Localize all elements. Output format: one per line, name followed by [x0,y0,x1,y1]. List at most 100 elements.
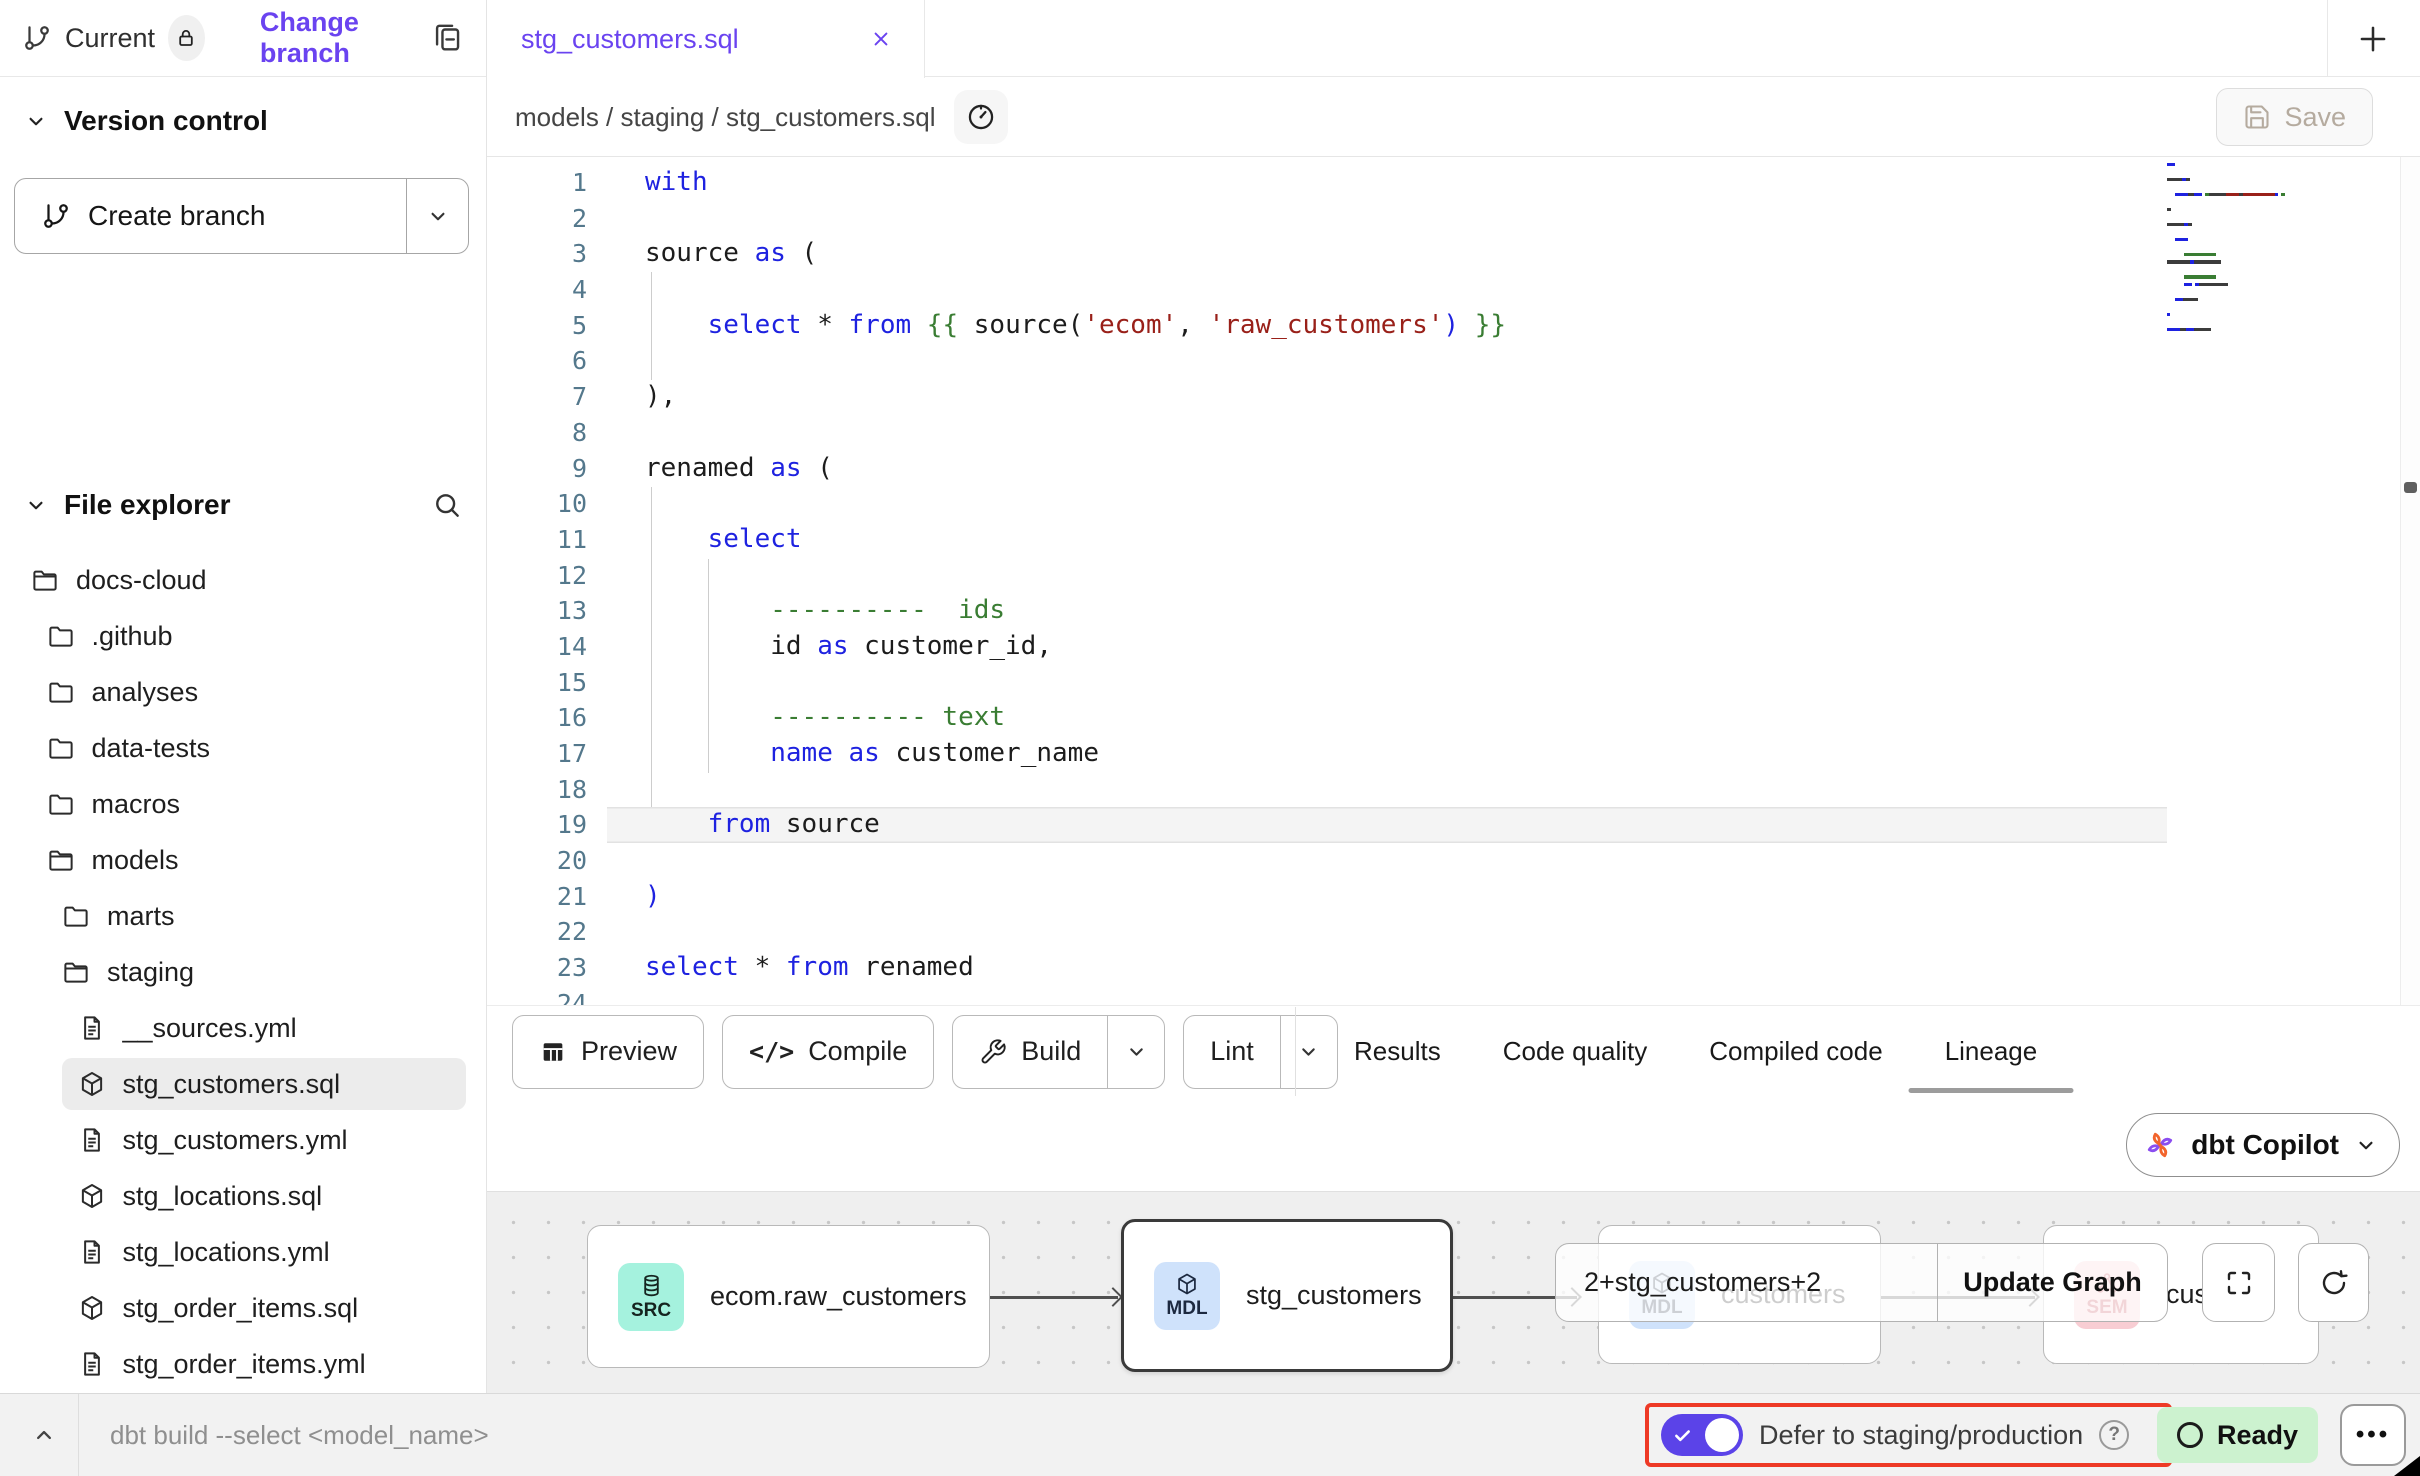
tree-item--sources-yml[interactable]: __sources.yml [0,1000,486,1056]
new-tab-button[interactable] [2345,12,2401,66]
preview-label: Preview [581,1036,677,1067]
tree-item-label: stg_locations.yml [123,1237,330,1268]
tree-item-stg-locations-sql[interactable]: stg_locations.sql [0,1168,486,1224]
git-branch-icon [41,201,71,231]
current-branch-label: Current [65,23,155,54]
tree-item-analyses[interactable]: analyses [0,664,486,720]
build-label: Build [1021,1036,1081,1067]
code-line-13[interactable]: 13 ---------- ids [487,593,2420,629]
code-line-2[interactable]: 2 [487,201,2420,237]
code-line-1[interactable]: 1with [487,165,2420,201]
code-line-19[interactable]: 19 from source [487,807,2420,843]
code-line-21[interactable]: 21) [487,879,2420,915]
result-tabs: Results Code quality Compiled code Lineage [1352,1007,2039,1096]
save-button[interactable]: Save [2216,88,2373,146]
code-line-15[interactable]: 15 [487,665,2420,701]
line-number: 10 [487,486,607,522]
tree-item--github[interactable]: .github [0,608,486,664]
folder-icon [46,621,76,651]
version-control-header[interactable]: Version control [0,98,486,144]
save-label: Save [2284,102,2346,133]
compile-button[interactable]: </> Compile [722,1015,934,1089]
tab-compiled-code[interactable]: Compiled code [1707,1007,1884,1096]
folder-icon [30,565,60,595]
tree-item-macros[interactable]: macros [0,776,486,832]
scrollbar-thumb[interactable] [2404,482,2417,493]
command-input[interactable]: dbt build --select <model_name> [110,1394,489,1476]
lineage-node-source[interactable]: SRC ecom.raw_customers [587,1225,990,1368]
tree-item-docs-cloud[interactable]: docs-cloud [0,552,486,608]
dbt-copilot-button[interactable]: dbt Copilot [2126,1113,2400,1177]
code-line-6[interactable]: 6 [487,343,2420,379]
code-line-9[interactable]: 9renamed as ( [487,451,2420,487]
tree-item-label: .github [92,621,173,652]
source-badge: SRC [618,1263,684,1331]
code-line-24[interactable]: 24 [487,986,2420,1006]
tree-item-stg-order-items-sql[interactable]: stg_order_items.sql [0,1280,486,1336]
editor-minimap[interactable] [2167,163,2395,343]
code-line-14[interactable]: 14 id as customer_id, [487,629,2420,665]
chevron-up-icon [30,1421,58,1449]
tab-lineage[interactable]: Lineage [1943,1007,2040,1096]
code-line-17[interactable]: 17 name as customer_name [487,736,2420,772]
change-branch-link[interactable]: Change branch [260,7,417,69]
code-line-3[interactable]: 3source as ( [487,236,2420,272]
tree-item-models[interactable]: models [0,832,486,888]
tree-item-stg-customers-yml[interactable]: stg_customers.yml [0,1112,486,1168]
code-line-4[interactable]: 4 [487,272,2420,308]
code-line-22[interactable]: 22 [487,914,2420,950]
lineage-graph[interactable]: SRC ecom.raw_customers MDL stg_customers [487,1191,2420,1393]
tab-stg-customers-sql[interactable]: stg_customers.sql [487,0,925,78]
tree-item-stg-order-items-yml[interactable]: stg_order_items.yml [0,1336,486,1392]
close-icon[interactable] [868,26,894,52]
compass-icon[interactable] [954,90,1008,144]
fullscreen-button[interactable] [2202,1243,2275,1322]
search-icon[interactable] [431,489,463,521]
copy-icon[interactable] [430,21,464,55]
more-options-button[interactable]: ••• [2340,1404,2406,1466]
tree-item-data-tests[interactable]: data-tests [0,720,486,776]
code-editor[interactable]: 1with23source as (45 select * from {{ so… [487,157,2420,1006]
code-line-18[interactable]: 18 [487,772,2420,808]
file-explorer-header[interactable]: File explorer [0,482,486,528]
lint-button[interactable]: Lint [1183,1015,1338,1089]
tree-item-marts[interactable]: marts [0,888,486,944]
lineage-edge [990,1296,1118,1299]
line-number: 16 [487,700,607,736]
refresh-button[interactable] [2298,1243,2369,1322]
tab-code-quality[interactable]: Code quality [1501,1007,1650,1096]
code-line-20[interactable]: 20 [487,843,2420,879]
update-graph-button[interactable]: Update Graph [1937,1244,2167,1321]
tree-item-stg-locations-yml[interactable]: stg_locations.yml [0,1224,486,1280]
lineage-node-stg-customers[interactable]: MDL stg_customers [1121,1219,1453,1372]
code-line-16[interactable]: 16 ---------- text [487,700,2420,736]
tree-item-label: analyses [92,677,199,708]
tree-item-stg-customers-sql[interactable]: stg_customers.sql [0,1056,486,1112]
code-line-11[interactable]: 11 select [487,522,2420,558]
node-label: ecom.raw_customers [710,1281,967,1312]
code-line-12[interactable]: 12 [487,558,2420,594]
code-line-8[interactable]: 8 [487,415,2420,451]
tree-item-staging[interactable]: staging [0,944,486,1000]
cube-icon [1174,1271,1200,1297]
collapse-panel-button[interactable] [14,1394,74,1476]
editor-scrollbar[interactable] [2400,157,2420,1005]
tree-item-label: stg_customers.sql [123,1069,341,1100]
lint-dropdown[interactable] [1280,1016,1337,1088]
code-line-10[interactable]: 10 [487,486,2420,522]
preview-button[interactable]: Preview [512,1015,704,1089]
line-number: 21 [487,879,607,915]
folder-icon [46,845,76,875]
line-number: 5 [487,308,607,344]
create-branch-dropdown[interactable] [406,179,468,253]
defer-toggle[interactable] [1661,1414,1743,1456]
code-line-5[interactable]: 5 select * from {{ source('ecom', 'raw_c… [487,308,2420,344]
build-dropdown[interactable] [1107,1016,1164,1088]
help-icon[interactable]: ? [2099,1420,2129,1450]
create-branch-button[interactable]: Create branch [14,178,469,254]
tab-results[interactable]: Results [1352,1007,1443,1096]
code-line-23[interactable]: 23select * from renamed [487,950,2420,986]
lineage-selector-input[interactable]: 2+stg_customers+2 [1556,1244,1937,1321]
build-button[interactable]: Build [952,1015,1165,1089]
code-line-7[interactable]: 7), [487,379,2420,415]
